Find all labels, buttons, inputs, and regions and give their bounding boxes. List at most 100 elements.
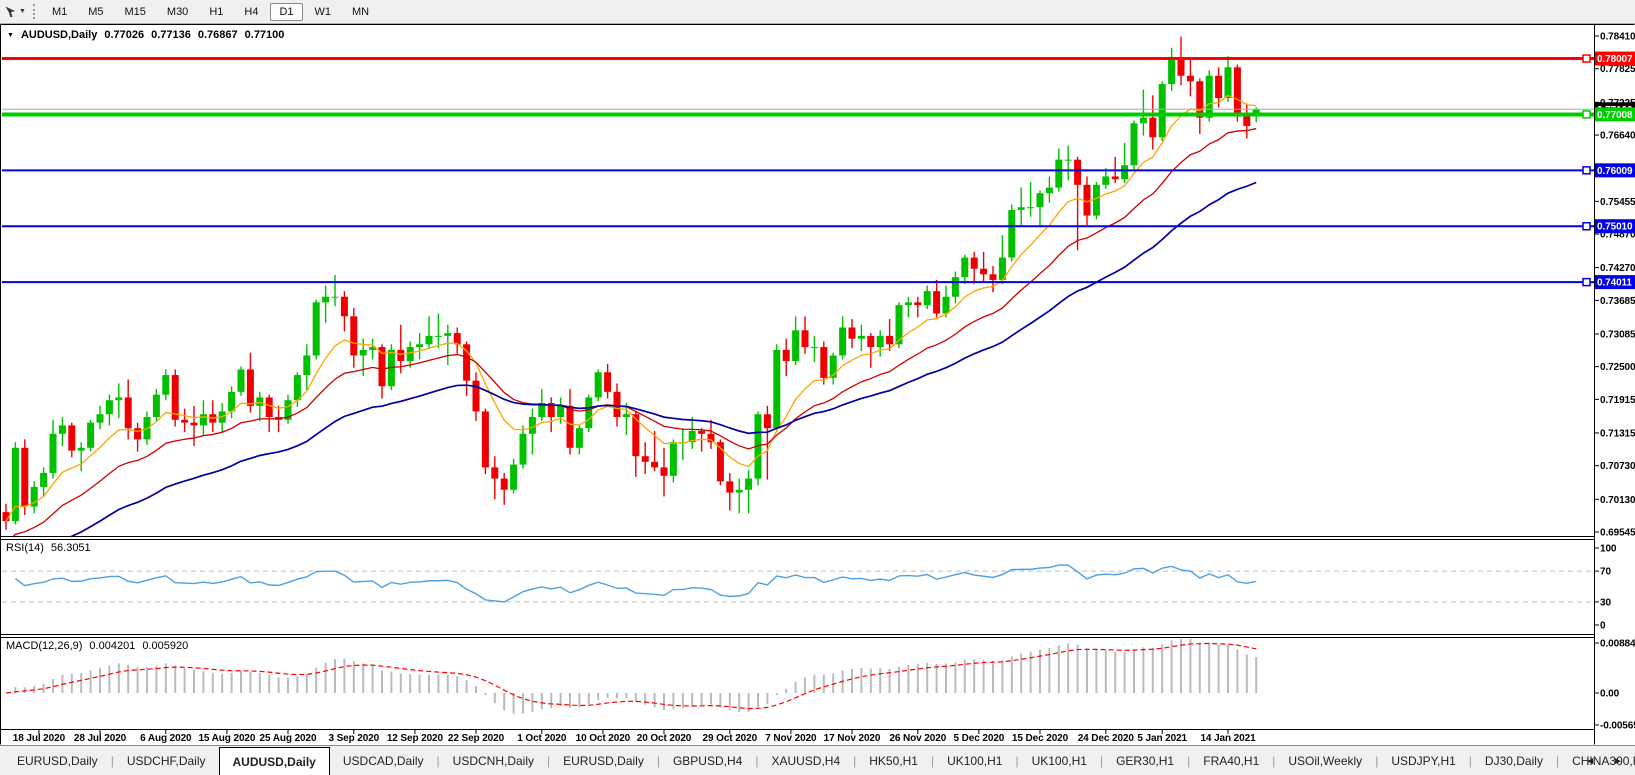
candle-body <box>256 397 263 405</box>
hline-handle[interactable] <box>1583 167 1590 174</box>
candle-body <box>943 297 950 314</box>
candle-body <box>914 302 921 305</box>
candle-body <box>1008 210 1015 258</box>
axis-label: 0.73085 <box>1600 329 1635 340</box>
candle-body <box>473 381 480 412</box>
candle-body <box>1046 188 1053 194</box>
candle-body <box>661 467 668 475</box>
axis-label: 3 Sep 2020 <box>328 733 379 744</box>
timeframe-button-M30[interactable]: M30 <box>158 3 197 21</box>
candle-body <box>1140 118 1147 124</box>
chart-tab-dj30-daily[interactable]: DJ30,Daily <box>1472 746 1556 775</box>
chart-tab-usdcnh-daily[interactable]: USDCNH,Daily <box>440 746 547 775</box>
axis-label: 0.72500 <box>1600 362 1635 373</box>
axis-label: 12 Sep 2020 <box>387 733 444 744</box>
hline-handle[interactable] <box>1583 279 1590 286</box>
timeframe-button-H4[interactable]: H4 <box>235 3 267 21</box>
chart-tab-ger30-h1[interactable]: GER30,H1 <box>1103 746 1187 775</box>
chart-tab-hk50-h1[interactable]: HK50,H1 <box>856 746 931 775</box>
chart-tab-usdjpy-h1[interactable]: USDJPY,H1 <box>1378 746 1468 775</box>
candle-body <box>905 302 912 305</box>
candle-body <box>360 350 367 356</box>
candle-body <box>501 479 508 490</box>
timeframe-button-D1[interactable]: D1 <box>270 3 302 21</box>
macd-indicator-label: MACD(12,26,9) 0.004201 0.005920 <box>6 640 188 652</box>
candle-body <box>303 355 310 375</box>
candle-body <box>228 392 235 412</box>
axis-label: 29 Oct 2020 <box>703 733 758 744</box>
candle-body <box>162 375 169 395</box>
axis-label: 25 Aug 2020 <box>260 733 317 744</box>
chart-tab-xauusd-h4[interactable]: XAUUSD,H4 <box>758 746 853 775</box>
chart-tab-uk100-h1[interactable]: UK100,H1 <box>1019 746 1100 775</box>
rsi-name: RSI(14) <box>6 542 44 554</box>
candle-body <box>200 414 207 425</box>
timeframe-button-MN[interactable]: MN <box>343 3 378 21</box>
chart-title: ▼ AUDUSD,Daily 0.77026 0.77136 0.76867 0… <box>7 29 284 41</box>
timeframe-button-M15[interactable]: M15 <box>116 3 155 21</box>
tabs-scroll-right-button[interactable]: ► <box>1613 756 1623 767</box>
chart-tab-audusd-daily[interactable]: AUDUSD,Daily <box>219 747 330 775</box>
candle-body <box>125 397 132 428</box>
chart-symbol: AUDUSD,Daily <box>21 29 97 41</box>
chart-tab-eurusd-daily[interactable]: EURUSD,Daily <box>550 746 657 775</box>
axis-label: 0.75010 <box>1597 222 1633 233</box>
chart-tab-usdcad-daily[interactable]: USDCAD,Daily <box>330 746 437 775</box>
candle-body <box>820 347 827 378</box>
timeframe-button-W1[interactable]: W1 <box>306 3 341 21</box>
ohlc-low: 0.76867 <box>198 29 238 41</box>
axis-label: 0.77825 <box>1600 64 1635 75</box>
axis-label: 20 Oct 2020 <box>637 733 692 744</box>
hline-handle[interactable] <box>1583 223 1590 230</box>
toolbar-grip[interactable] <box>33 4 35 19</box>
chevron-down-icon[interactable]: ▼ <box>19 8 26 15</box>
axis-label: 0.77008 <box>1597 110 1633 121</box>
candle-body <box>444 333 451 336</box>
candle-body <box>990 274 997 280</box>
candle-body <box>1187 76 1194 82</box>
axis-label: 0.76009 <box>1597 166 1633 177</box>
candle-body <box>87 423 94 448</box>
axis-label: 0.78007 <box>1597 54 1633 65</box>
macd-main-value: 0.004201 <box>89 640 135 652</box>
candle-body <box>50 434 57 473</box>
chart-canvas[interactable]: 0.784100.778250.772250.766400.754550.748… <box>0 0 1635 775</box>
axis-label: 0.00 <box>1600 689 1620 700</box>
candle-body <box>1102 176 1109 184</box>
candle-body <box>1243 115 1250 126</box>
chart-tab-usdchf-daily[interactable]: USDCHF,Daily <box>114 746 219 775</box>
chart-tab-fra40-h1[interactable]: FRA40,H1 <box>1190 746 1272 775</box>
candle-body <box>1168 59 1175 84</box>
chart-tab-gbpusd-h4[interactable]: GBPUSD,H4 <box>660 746 755 775</box>
axis-label: 0 <box>1600 621 1606 632</box>
chart-tab-usoil-weekly[interactable]: USOil,Weekly <box>1275 746 1375 775</box>
timeframe-button-M1[interactable]: M1 <box>43 3 76 21</box>
axis-label: 6 Aug 2020 <box>140 733 192 744</box>
hline-handle[interactable] <box>1583 55 1590 62</box>
candle-body <box>1055 160 1062 188</box>
hline-handle[interactable] <box>1583 111 1590 118</box>
axis-label: 0.76640 <box>1600 131 1635 142</box>
rsi-indicator-label: RSI(14) 56.3051 <box>6 542 91 554</box>
candle-body <box>933 291 940 313</box>
candle-body <box>1234 67 1241 115</box>
candle-body <box>1018 207 1025 210</box>
timeframe-button-H1[interactable]: H1 <box>200 3 232 21</box>
axis-label: -0.00565 <box>1600 720 1635 731</box>
candle-body <box>961 258 968 278</box>
candle-body <box>595 372 602 397</box>
axis-label: 0.71315 <box>1600 428 1635 439</box>
candle-body <box>623 414 630 417</box>
macd-name: MACD(12,26,9) <box>6 640 82 652</box>
rsi-value: 56.3051 <box>51 542 91 554</box>
chart-window-bg <box>0 24 1635 745</box>
chart-tab-eurusd-daily[interactable]: EURUSD,Daily <box>4 746 111 775</box>
candle-body <box>1037 193 1044 207</box>
candle-body <box>698 431 705 434</box>
cursor-tool-button[interactable] <box>2 3 18 21</box>
timeframe-button-M5[interactable]: M5 <box>79 3 112 21</box>
chart-tab-uk100-h1[interactable]: UK100,H1 <box>934 746 1015 775</box>
candle-body <box>849 327 856 338</box>
collapse-triangle-icon[interactable]: ▼ <box>7 32 14 39</box>
tabs-scroll-left-button[interactable]: ◄ <box>1585 756 1595 767</box>
